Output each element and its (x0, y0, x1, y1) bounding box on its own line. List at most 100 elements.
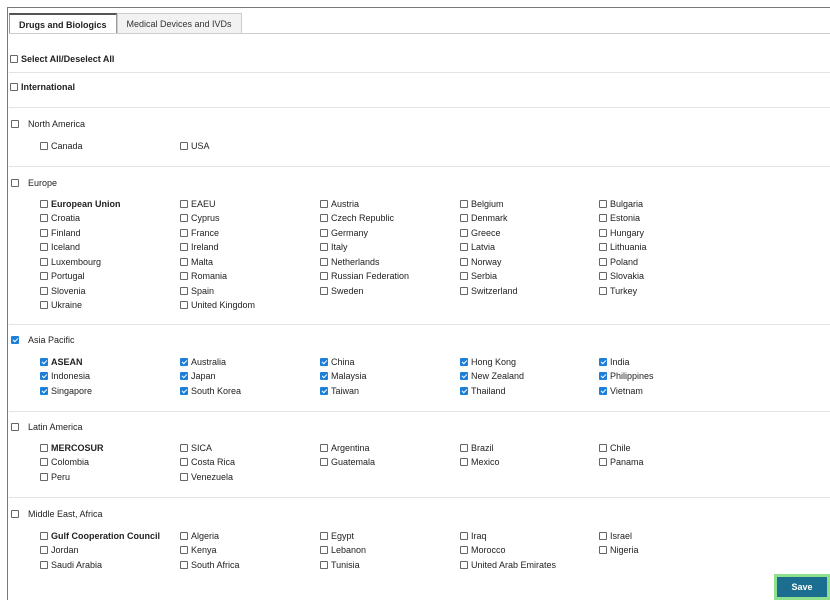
country-checkbox[interactable] (460, 286, 468, 295)
country-panama[interactable]: Panama (599, 457, 644, 468)
country-checkbox[interactable] (460, 243, 468, 251)
country-vietnam[interactable]: Vietnam (599, 385, 643, 396)
country-usa[interactable]: USA (180, 140, 210, 151)
country-belgium[interactable]: Belgium (460, 198, 504, 209)
country-poland[interactable]: Poland (599, 256, 638, 267)
country-checkbox[interactable] (599, 272, 607, 280)
country-portugal[interactable]: Portugal (40, 271, 85, 282)
country-checkbox[interactable] (599, 546, 607, 554)
country-checkbox[interactable] (460, 214, 468, 222)
country-checkbox[interactable] (180, 357, 188, 366)
country-germany[interactable]: Germany (320, 227, 368, 238)
country-european-union[interactable]: European Union (40, 198, 121, 209)
country-mexico[interactable]: Mexico (460, 457, 500, 468)
country-kenya[interactable]: Kenya (180, 545, 217, 556)
country-checkbox[interactable] (180, 228, 188, 237)
country-checkbox[interactable] (460, 531, 468, 540)
country-checkbox[interactable] (40, 214, 48, 222)
region-europe[interactable]: Europe (11, 177, 57, 188)
country-algeria[interactable]: Algeria (180, 530, 219, 541)
country-checkbox[interactable] (599, 199, 607, 208)
select-all-checkbox[interactable] (10, 54, 18, 63)
country-costa-rica[interactable]: Costa Rica (180, 457, 235, 468)
region-middle-east-africa[interactable]: Middle East, Africa (11, 508, 103, 519)
country-colombia[interactable]: Colombia (40, 457, 89, 468)
country-united-kingdom[interactable]: United Kingdom (180, 300, 255, 311)
country-cyprus[interactable]: Cyprus (180, 213, 220, 224)
country-peru[interactable]: Peru (40, 471, 70, 482)
country-philippines[interactable]: Philippines (599, 371, 654, 382)
country-checkbox[interactable] (320, 257, 328, 266)
country-checkbox[interactable] (320, 443, 328, 452)
country-bulgaria[interactable]: Bulgaria (599, 198, 643, 209)
country-serbia[interactable]: Serbia (460, 271, 497, 282)
country-checkbox[interactable] (599, 228, 607, 237)
country-checkbox[interactable] (40, 560, 48, 569)
country-checkbox[interactable] (40, 243, 48, 251)
country-czech-republic[interactable]: Czech Republic (320, 213, 394, 224)
country-luxembourg[interactable]: Luxembourg (40, 256, 101, 267)
country-checkbox[interactable] (40, 199, 48, 208)
country-checkbox[interactable] (460, 257, 468, 266)
country-checkbox[interactable] (599, 372, 607, 380)
country-checkbox[interactable] (180, 560, 188, 569)
country-checkbox[interactable] (460, 228, 468, 237)
country-checkbox[interactable] (180, 443, 188, 452)
country-checkbox[interactable] (180, 372, 188, 380)
country-austria[interactable]: Austria (320, 198, 359, 209)
country-new-zealand[interactable]: New Zealand (460, 371, 524, 382)
country-checkbox[interactable] (320, 214, 328, 222)
country-asean[interactable]: ASEAN (40, 356, 83, 367)
country-iceland[interactable]: Iceland (40, 242, 80, 253)
country-checkbox[interactable] (40, 228, 48, 237)
country-turkey[interactable]: Turkey (599, 285, 637, 296)
country-sica[interactable]: SICA (180, 442, 212, 453)
country-japan[interactable]: Japan (180, 371, 216, 382)
country-checkbox[interactable] (599, 458, 607, 466)
country-checkbox[interactable] (180, 286, 188, 295)
country-checkbox[interactable] (320, 357, 328, 366)
country-italy[interactable]: Italy (320, 242, 348, 253)
country-south-africa[interactable]: South Africa (180, 559, 240, 570)
country-saudi-arabia[interactable]: Saudi Arabia (40, 559, 102, 570)
country-checkbox[interactable] (180, 458, 188, 466)
country-checkbox[interactable] (599, 243, 607, 251)
country-checkbox[interactable] (180, 141, 188, 150)
region-checkbox[interactable] (11, 178, 19, 187)
country-checkbox[interactable] (460, 546, 468, 554)
country-checkbox[interactable] (599, 214, 607, 222)
country-checkbox[interactable] (460, 357, 468, 366)
country-sweden[interactable]: Sweden (320, 285, 364, 296)
international-checkbox[interactable] (10, 82, 18, 91)
country-checkbox[interactable] (40, 257, 48, 266)
country-australia[interactable]: Australia (180, 356, 226, 367)
country-checkbox[interactable] (40, 472, 48, 481)
country-united-arab-emirates[interactable]: United Arab Emirates (460, 559, 556, 570)
country-checkbox[interactable] (320, 272, 328, 280)
country-checkbox[interactable] (40, 357, 48, 366)
country-israel[interactable]: Israel (599, 530, 632, 541)
country-checkbox[interactable] (180, 531, 188, 540)
country-checkbox[interactable] (40, 458, 48, 466)
country-ireland[interactable]: Ireland (180, 242, 219, 253)
international-option[interactable]: International (10, 81, 75, 92)
country-checkbox[interactable] (599, 357, 607, 366)
country-jordan[interactable]: Jordan (40, 545, 79, 556)
country-eaeu[interactable]: EAEU (180, 198, 216, 209)
country-thailand[interactable]: Thailand (460, 385, 506, 396)
country-checkbox[interactable] (180, 214, 188, 222)
tab-medical-devices-and-ivds[interactable]: Medical Devices and IVDs (116, 13, 242, 34)
country-greece[interactable]: Greece (460, 227, 501, 238)
country-checkbox[interactable] (460, 560, 468, 569)
country-checkbox[interactable] (599, 286, 607, 295)
country-checkbox[interactable] (460, 372, 468, 380)
region-checkbox[interactable] (11, 509, 19, 518)
country-checkbox[interactable] (460, 272, 468, 280)
country-nigeria[interactable]: Nigeria (599, 545, 639, 556)
country-mercosur[interactable]: MERCOSUR (40, 442, 104, 453)
country-finland[interactable]: Finland (40, 227, 81, 238)
country-checkbox[interactable] (180, 199, 188, 208)
country-checkbox[interactable] (320, 458, 328, 466)
country-singapore[interactable]: Singapore (40, 385, 92, 396)
country-checkbox[interactable] (180, 257, 188, 266)
